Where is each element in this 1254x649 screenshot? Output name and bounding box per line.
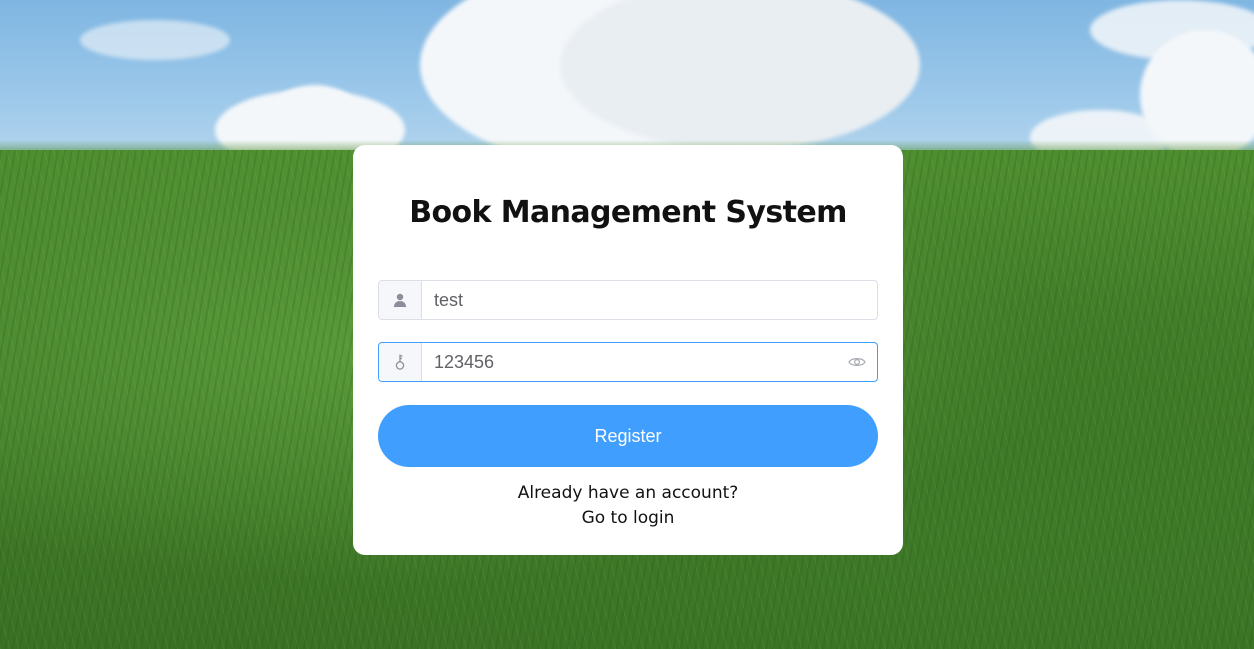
account-question: Already have an account? <box>517 483 739 503</box>
register-card: Book Management System Regist <box>353 145 903 555</box>
password-input[interactable] <box>422 343 837 381</box>
eye-icon[interactable] <box>837 343 877 381</box>
username-input[interactable] <box>422 281 877 319</box>
key-icon <box>379 343 422 381</box>
username-field <box>378 280 878 320</box>
cloud <box>80 20 230 60</box>
cloud <box>270 85 360 145</box>
password-field <box>378 342 878 382</box>
login-prompt: Already have an account? Go to login <box>353 481 903 531</box>
page-title: Book Management System <box>409 195 847 230</box>
user-icon <box>379 281 422 319</box>
go-to-login-link[interactable]: Go to login <box>582 508 675 528</box>
register-button[interactable]: Register <box>378 405 878 467</box>
